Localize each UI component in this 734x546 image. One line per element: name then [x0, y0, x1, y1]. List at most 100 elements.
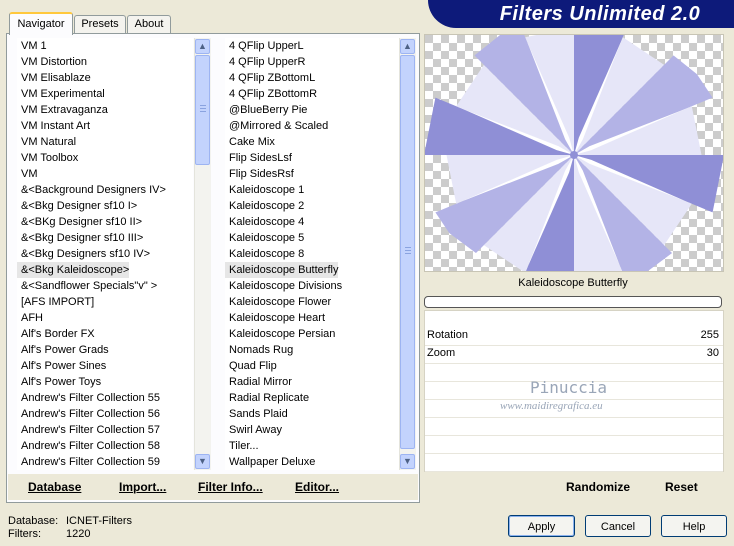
- database-link[interactable]: Database: [28, 480, 81, 494]
- scroll-down-button[interactable]: ▼: [195, 454, 210, 469]
- scroll-up-button[interactable]: ▲: [400, 39, 415, 54]
- list-item[interactable]: Andrew's Filter Collection 57: [17, 422, 160, 438]
- param-row-empty: [425, 435, 723, 454]
- list-item[interactable]: Cake Mix: [225, 134, 275, 150]
- list-item[interactable]: Kaleidoscope Divisions: [225, 278, 342, 294]
- list-item[interactable]: &<Background Designers IV>: [17, 182, 166, 198]
- list-item[interactable]: VM Experimental: [17, 86, 105, 102]
- progress-bar: [424, 296, 722, 308]
- list-item[interactable]: Alf's Power Sines: [17, 358, 106, 374]
- filters-label: Filters:: [8, 528, 41, 540]
- param-value[interactable]: 255: [701, 329, 719, 341]
- list-item[interactable]: Andrew's Filter Collection 59: [17, 454, 160, 470]
- editor-link[interactable]: Editor...: [295, 480, 339, 494]
- database-info: Database: ICNET-Filters: [8, 515, 132, 527]
- reset-link[interactable]: Reset: [665, 480, 698, 494]
- selected-filter-name: Kaleidoscope Butterfly: [424, 272, 722, 292]
- list-item[interactable]: Flip SidesRsf: [225, 166, 294, 182]
- tab-presets[interactable]: Presets: [74, 15, 126, 33]
- tab-bar: Navigator Presets About: [0, 0, 430, 35]
- watermark-site: www.maidiregrafica.eu: [500, 400, 603, 412]
- randomize-link[interactable]: Randomize: [566, 480, 630, 494]
- database-label: Database:: [8, 515, 59, 527]
- list-item[interactable]: Kaleidoscope 8: [225, 246, 304, 262]
- list-item[interactable]: &<Bkg Designers sf10 IV>: [17, 246, 150, 262]
- list-item[interactable]: VM Elisablaze: [17, 70, 91, 86]
- list-item[interactable]: Andrew's Filter Collection 55: [17, 390, 160, 406]
- list-item[interactable]: Tiler...: [225, 438, 259, 454]
- list-item[interactable]: &<Bkg Designer sf10 I>: [17, 198, 137, 214]
- list-item[interactable]: Radial Replicate: [225, 390, 309, 406]
- list-item[interactable]: Andrew's Filter Collection 56: [17, 406, 160, 422]
- app-title: Filters Unlimited 2.0: [499, 3, 701, 25]
- list-item[interactable]: Andrew's Filter Collection 58: [17, 438, 160, 454]
- list-item[interactable]: &<BKg Designer sf10 II>: [17, 214, 142, 230]
- list-item[interactable]: @Mirrored & Scaled: [225, 118, 328, 134]
- tab-about[interactable]: About: [127, 15, 171, 33]
- scroll-thumb[interactable]: [195, 55, 210, 165]
- param-value[interactable]: 30: [707, 347, 719, 359]
- apply-button[interactable]: Apply: [508, 515, 575, 537]
- list-item[interactable]: &<Sandflower Specials"v" >: [17, 278, 157, 294]
- help-button[interactable]: Help: [661, 515, 727, 537]
- list-item[interactable]: VM Natural: [17, 134, 76, 150]
- list-item[interactable]: Wallpaper Deluxe: [225, 454, 315, 470]
- param-row-empty: [425, 453, 723, 472]
- list-item[interactable]: VM: [17, 166, 38, 182]
- list-item[interactable]: Alf's Power Grads: [17, 342, 109, 358]
- param-row-rotation[interactable]: Rotation 255: [425, 327, 723, 346]
- action-link-bar: Database Import... Filter Info... Editor…: [8, 474, 418, 500]
- filters-count: 1220: [66, 528, 91, 540]
- param-label: Zoom: [427, 347, 456, 359]
- list-item[interactable]: Kaleidoscope Butterfly: [225, 262, 339, 278]
- preview-image: [424, 34, 724, 272]
- category-list[interactable]: VM 1 VM Distortion VM Elisablaze VM Experim…: [17, 38, 193, 470]
- list-item[interactable]: AFH: [17, 310, 43, 326]
- list-item[interactable]: Alf's Power Toys: [17, 374, 101, 390]
- scroll-down-button[interactable]: ▼: [400, 454, 415, 469]
- list-item[interactable]: Quad Flip: [225, 358, 277, 374]
- list-item[interactable]: VM Toolbox: [17, 150, 78, 166]
- list-item[interactable]: Kaleidoscope 1: [225, 182, 304, 198]
- list-item[interactable]: Kaleidoscope Persian: [225, 326, 335, 342]
- list-item[interactable]: VM Distortion: [17, 54, 87, 70]
- list-item[interactable]: Kaleidoscope Flower: [225, 294, 331, 310]
- list-item[interactable]: VM 1: [17, 38, 47, 54]
- list-item[interactable]: Kaleidoscope Heart: [225, 310, 325, 326]
- list-item[interactable]: Kaleidoscope 2: [225, 198, 304, 214]
- list-item[interactable]: &<Bkg Designer sf10 III>: [17, 230, 143, 246]
- scroll-up-button[interactable]: ▲: [195, 39, 210, 54]
- tab-navigator[interactable]: Navigator: [9, 12, 73, 35]
- category-scrollbar[interactable]: ▲ ▼: [194, 38, 211, 470]
- list-item[interactable]: 4 QFlip ZBottomL: [225, 70, 315, 86]
- list-item[interactable]: 4 QFlip ZBottomR: [225, 86, 317, 102]
- list-item[interactable]: Radial Mirror: [225, 374, 292, 390]
- list-item[interactable]: VM Instant Art: [17, 118, 90, 134]
- param-label: Rotation: [427, 329, 468, 341]
- list-item[interactable]: Flip SidesLsf: [225, 150, 292, 166]
- list-item[interactable]: &<Bkg Kaleidoscope>: [17, 262, 130, 278]
- list-item[interactable]: Kaleidoscope 4: [225, 214, 304, 230]
- kaleido-center: [570, 151, 578, 159]
- list-item[interactable]: Sands Plaid: [225, 406, 288, 422]
- list-item[interactable]: Kaleidoscope 5: [225, 230, 304, 246]
- database-value: ICNET-Filters: [66, 515, 132, 527]
- filter-list[interactable]: 4 QFlip UpperL 4 QFlip UpperR 4 QFlip ZBot…: [225, 38, 399, 470]
- list-item[interactable]: [AFS IMPORT]: [17, 294, 94, 310]
- import-link[interactable]: Import...: [119, 480, 166, 494]
- filters-info: Filters: 1220: [8, 528, 90, 540]
- watermark-name: Pinuccia: [530, 378, 608, 397]
- cancel-button[interactable]: Cancel: [585, 515, 651, 537]
- list-item[interactable]: @BlueBerry Pie: [225, 102, 307, 118]
- param-row-empty: [425, 417, 723, 436]
- filter-scrollbar[interactable]: ▲ ▼: [399, 38, 416, 470]
- list-item[interactable]: VM Extravaganza: [17, 102, 108, 118]
- list-item[interactable]: Swirl Away: [225, 422, 282, 438]
- list-item[interactable]: 4 QFlip UpperR: [225, 54, 305, 70]
- param-row-zoom[interactable]: Zoom 30: [425, 345, 723, 364]
- filter-info-link[interactable]: Filter Info...: [198, 480, 263, 494]
- list-item[interactable]: Nomads Rug: [225, 342, 293, 358]
- scroll-thumb[interactable]: [400, 55, 415, 449]
- list-item[interactable]: Alf's Border FX: [17, 326, 95, 342]
- list-item[interactable]: 4 QFlip UpperL: [225, 38, 304, 54]
